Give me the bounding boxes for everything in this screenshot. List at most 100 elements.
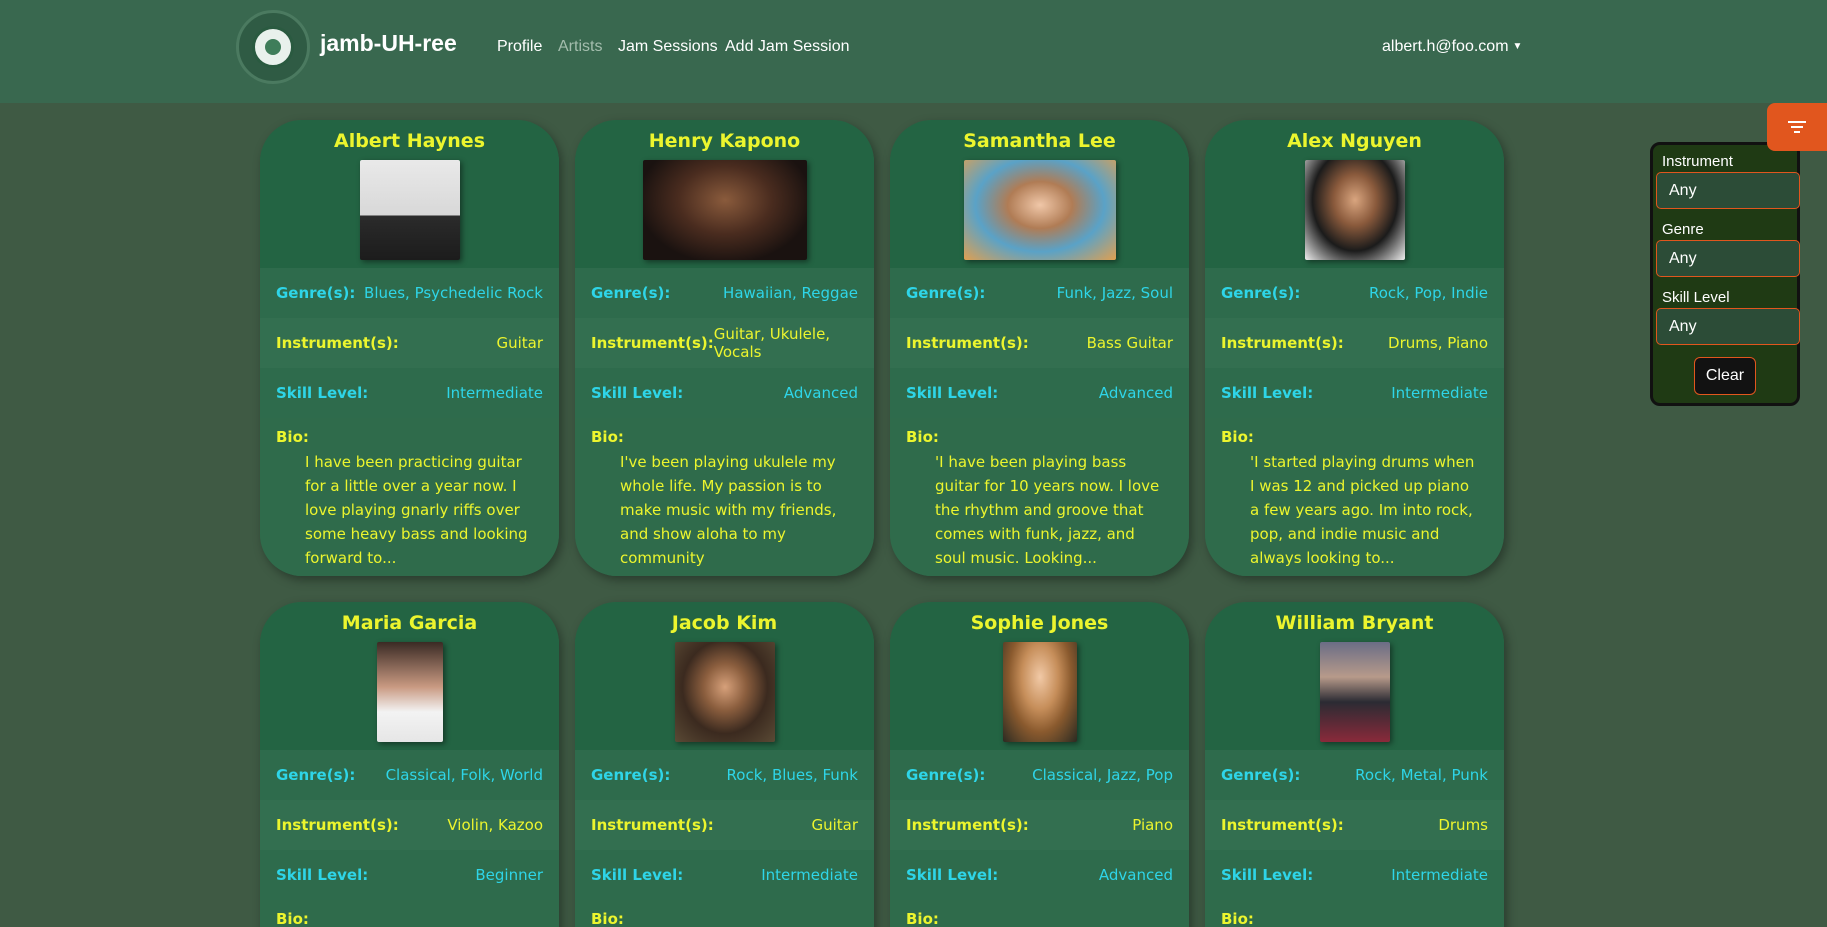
- skill-row: Skill Level: Advanced: [575, 368, 874, 418]
- genre-filter-select[interactable]: Any: [1656, 240, 1800, 277]
- bio-text: I have been practicing guitar for a litt…: [305, 453, 528, 567]
- bio-label: Bio:: [276, 910, 309, 927]
- instrument-row: Instrument(s): Drums, Piano: [1205, 318, 1504, 368]
- skill-label: Skill Level:: [906, 384, 999, 402]
- artist-photo: [359, 160, 460, 260]
- artist-card[interactable]: Sophie Jones Genre(s): Classical, Jazz, …: [890, 602, 1189, 927]
- instrument-row: Instrument(s): Guitar: [575, 800, 874, 850]
- skill-row: Skill Level: Beginner: [260, 850, 559, 900]
- skill-row: Skill Level: Intermediate: [1205, 368, 1504, 418]
- skill-value: Intermediate: [1391, 384, 1488, 402]
- artist-name: Henry Kapono: [648, 130, 801, 152]
- skill-value: Intermediate: [1391, 866, 1488, 884]
- instrument-value: Drums, Piano: [1388, 334, 1488, 352]
- filter-toggle-button[interactable]: [1767, 103, 1827, 151]
- skill-label: Skill Level:: [1221, 866, 1314, 884]
- skill-label: Skill Level:: [591, 384, 684, 402]
- artist-photo: [642, 160, 807, 260]
- clear-filters-button[interactable]: Clear: [1694, 357, 1756, 395]
- genre-label: Genre(s):: [276, 766, 356, 784]
- bio-text: 'I have been playing bass guitar for 10 …: [935, 453, 1160, 567]
- instrument-filter-select[interactable]: Any: [1656, 172, 1800, 209]
- brand-name[interactable]: jamb-UH-ree: [320, 30, 457, 57]
- artist-photo: [963, 160, 1116, 260]
- nav-link-jam-sessions[interactable]: Jam Sessions: [618, 38, 718, 56]
- instrument-label: Instrument(s):: [591, 816, 714, 834]
- brand-logo[interactable]: [236, 10, 310, 84]
- genre-value: Rock, Metal, Punk: [1355, 766, 1488, 784]
- user-menu-dropdown[interactable]: albert.h@foo.com ▼: [1382, 38, 1522, 56]
- skill-value: Advanced: [1098, 384, 1173, 402]
- genre-value: Rock, Blues, Funk: [726, 766, 858, 784]
- genre-row: Genre(s): Classical, Jazz, Pop: [890, 750, 1189, 800]
- artist-photo: [1319, 642, 1390, 742]
- bio-label: Bio:: [906, 910, 939, 927]
- genre-row: Genre(s): Rock, Blues, Funk: [575, 750, 874, 800]
- navbar: jamb-UH-ree Profile Artists Jam Sessions…: [0, 0, 1827, 103]
- bio-section: Bio:: [890, 900, 1189, 927]
- skill-value: Advanced: [783, 384, 858, 402]
- instrument-label: Instrument(s):: [1221, 334, 1344, 352]
- instrument-label: Instrument(s):: [1221, 816, 1344, 834]
- skill-label: Skill Level:: [276, 384, 369, 402]
- genre-filter-label: Genre: [1662, 221, 1704, 238]
- genre-label: Genre(s):: [591, 766, 671, 784]
- skill-value: Beginner: [475, 866, 543, 884]
- artist-name: William Bryant: [1275, 612, 1434, 634]
- genre-value: Funk, Jazz, Soul: [1056, 284, 1173, 302]
- artist-photo: [376, 642, 443, 742]
- genre-row: Genre(s): Funk, Jazz, Soul: [890, 268, 1189, 318]
- genre-label: Genre(s):: [1221, 284, 1301, 302]
- artist-card[interactable]: Albert Haynes Genre(s): Blues, Psychedel…: [260, 120, 559, 576]
- skill-value: Advanced: [1098, 866, 1173, 884]
- genre-value: Hawaiian, Reggae: [723, 284, 858, 302]
- filter-panel: Instrument Any Genre Any Skill Level Any…: [1650, 142, 1800, 406]
- artist-photo: [1002, 642, 1077, 742]
- instrument-value: Guitar, Ukulele, Vocals: [713, 325, 831, 361]
- nav-link-add-jam-session[interactable]: Add Jam Session: [725, 38, 850, 56]
- instrument-value: Violin, Kazoo: [447, 816, 543, 834]
- genre-label: Genre(s):: [591, 284, 671, 302]
- skill-label: Skill Level:: [906, 866, 999, 884]
- bio-section: Bio: 'I have been playing bass guitar fo…: [890, 418, 1189, 576]
- skill-row: Skill Level: Advanced: [890, 368, 1189, 418]
- genre-label: Genre(s):: [906, 284, 986, 302]
- instrument-label: Instrument(s):: [276, 334, 399, 352]
- skill-row: Skill Level: Intermediate: [1205, 850, 1504, 900]
- instrument-value: Drums: [1438, 816, 1488, 834]
- genre-row: Genre(s): Rock, Pop, Indie: [1205, 268, 1504, 318]
- skill-row: Skill Level: Advanced: [890, 850, 1189, 900]
- genre-label: Genre(s):: [906, 766, 986, 784]
- instrument-value: Piano: [1132, 816, 1173, 834]
- artist-name: Albert Haynes: [333, 130, 486, 152]
- genre-label: Genre(s):: [276, 284, 356, 302]
- artist-card[interactable]: Jacob Kim Genre(s): Rock, Blues, Funk In…: [575, 602, 874, 927]
- caret-down-icon: ▼: [1512, 41, 1523, 52]
- nav-link-profile[interactable]: Profile: [497, 38, 542, 56]
- skill-row: Skill Level: Intermediate: [575, 850, 874, 900]
- filter-icon: [1788, 121, 1806, 133]
- genre-row: Genre(s): Blues, Psychedelic Rock: [260, 268, 559, 318]
- genre-value: Rock, Pop, Indie: [1369, 284, 1488, 302]
- bio-section: Bio:: [1205, 900, 1504, 927]
- genre-label: Genre(s):: [1221, 766, 1301, 784]
- bio-section: Bio: I have been practicing guitar for a…: [260, 418, 559, 576]
- genre-row: Genre(s): Hawaiian, Reggae: [575, 268, 874, 318]
- logo-seal-icon: [252, 26, 294, 68]
- artist-name: Maria Garcia: [341, 612, 478, 634]
- artist-card[interactable]: Henry Kapono Genre(s): Hawaiian, Reggae …: [575, 120, 874, 576]
- bio-section: Bio:: [575, 900, 874, 927]
- artist-card[interactable]: Samantha Lee Genre(s): Funk, Jazz, Soul …: [890, 120, 1189, 576]
- bio-text: I've been playing ukulele my whole life.…: [620, 453, 837, 567]
- skill-filter-select[interactable]: Any: [1656, 308, 1800, 345]
- bio-label: Bio:: [906, 428, 939, 446]
- instrument-filter-label: Instrument: [1662, 153, 1733, 170]
- instrument-row: Instrument(s): Violin, Kazoo: [260, 800, 559, 850]
- artist-card[interactable]: Alex Nguyen Genre(s): Rock, Pop, Indie I…: [1205, 120, 1504, 576]
- bio-label: Bio:: [591, 910, 624, 927]
- nav-link-artists[interactable]: Artists: [558, 38, 602, 56]
- artist-card[interactable]: William Bryant Genre(s): Rock, Metal, Pu…: [1205, 602, 1504, 927]
- artist-card[interactable]: Maria Garcia Genre(s): Classical, Folk, …: [260, 602, 559, 927]
- artist-name: Alex Nguyen: [1287, 130, 1422, 152]
- instrument-row: Instrument(s): Guitar, Ukulele, Vocals: [575, 318, 874, 368]
